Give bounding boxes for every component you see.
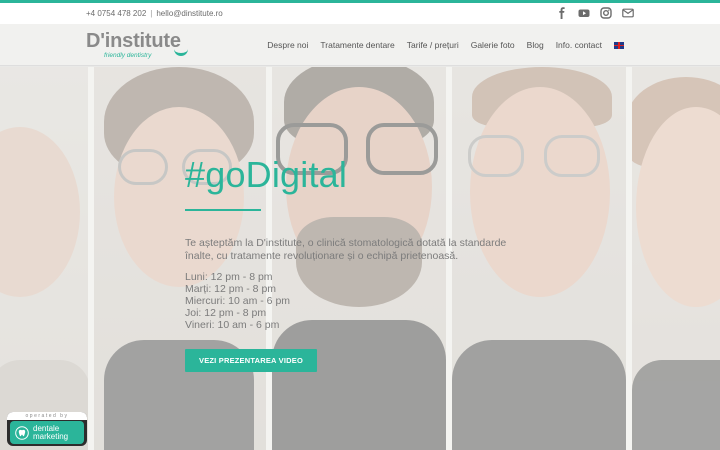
- badge-line-2: marketing: [33, 431, 69, 441]
- hours-friday: Vineri: 10 am - 6 pm: [185, 319, 280, 331]
- contact-separator: |: [150, 9, 153, 18]
- email-link[interactable]: hello@dinstitute.ro: [156, 9, 222, 18]
- tooth-icon: [15, 425, 29, 440]
- social-links: [556, 7, 634, 19]
- watch-video-button[interactable]: VEZI PREZENTAREA VIDEO: [185, 349, 317, 372]
- instagram-icon[interactable]: [600, 7, 612, 19]
- opening-hours: Luni: 12 pm - 8 pm Marți: 12 pm - 8 pm M…: [185, 271, 545, 331]
- mail-icon[interactable]: [622, 7, 634, 19]
- headline-rule: [185, 209, 261, 211]
- hours-wednesday: Miercuri: 10 am - 6 pm: [185, 295, 291, 307]
- facebook-icon[interactable]: [556, 7, 568, 19]
- hero-content: #goDigital Te așteptăm la D'institute, o…: [185, 155, 545, 372]
- top-bar: +4 0754 478 202 | hello@dinstitute.ro: [0, 0, 720, 24]
- dentale-marketing-badge[interactable]: operated by dentale marketing: [7, 412, 87, 446]
- site-header: D'institute friendly dentistry Despre no…: [0, 24, 720, 66]
- logo-smile-mark: [174, 48, 188, 56]
- badge-operated-by: operated by: [7, 412, 87, 420]
- badge-text: dentale marketing: [33, 424, 69, 441]
- nav-item-contact[interactable]: Info. contact: [556, 40, 602, 50]
- hours-monday: Luni: 12 pm - 8 pm: [185, 271, 273, 283]
- phone-link[interactable]: +4 0754 478 202: [86, 9, 146, 18]
- nav-item-blog[interactable]: Blog: [527, 40, 544, 50]
- hours-tuesday: Marți: 12 pm - 8 pm: [185, 283, 277, 295]
- uk-flag-icon[interactable]: [614, 41, 624, 49]
- nav-item-despre-noi[interactable]: Despre noi: [267, 40, 308, 50]
- youtube-icon[interactable]: [578, 7, 590, 19]
- nav-item-tratamente[interactable]: Tratamente dentare: [320, 40, 394, 50]
- hero-intro: Te așteptăm la D'institute, o clinică st…: [185, 237, 507, 262]
- nav-item-tarife[interactable]: Tarife / prețuri: [407, 40, 459, 50]
- hours-thursday: Joi: 12 pm - 8 pm: [185, 307, 267, 319]
- hero-section: #goDigital Te așteptăm la D'institute, o…: [0, 67, 720, 450]
- badge-inner: dentale marketing: [10, 421, 84, 444]
- nav-item-galerie[interactable]: Galerie foto: [471, 40, 515, 50]
- logo-tagline: friendly dentistry: [104, 52, 152, 59]
- hero-headline: #goDigital: [185, 154, 348, 195]
- site-logo[interactable]: D'institute friendly dentistry: [86, 30, 190, 60]
- logo-wordmark: D'institute: [86, 30, 181, 52]
- contact-info: +4 0754 478 202 | hello@dinstitute.ro: [86, 9, 223, 18]
- main-nav: Despre noi Tratamente dentare Tarife / p…: [267, 40, 624, 50]
